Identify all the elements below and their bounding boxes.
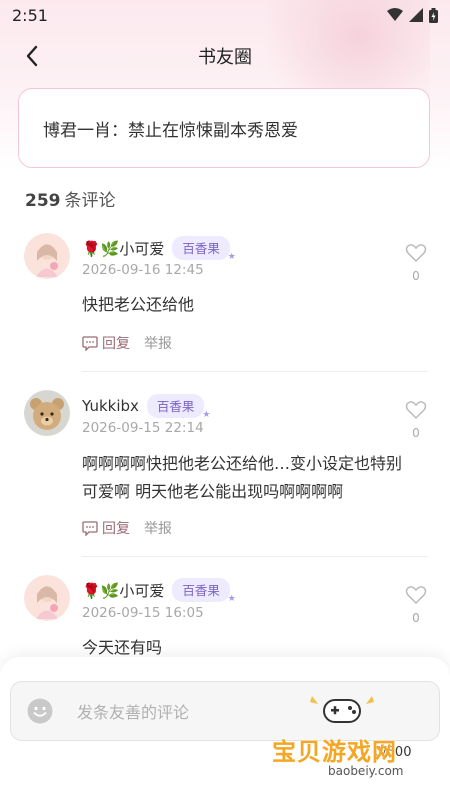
- heart-icon: [405, 401, 427, 420]
- avatar[interactable]: [24, 233, 70, 279]
- char-counter: 0/500: [374, 745, 412, 760]
- user-badge-label: 百香果: [182, 583, 220, 598]
- comment-text: 啊啊啊啊快把他老公还给他…变小设定也特别可爱啊 明天他老公能出现吗啊啊啊啊: [82, 454, 403, 501]
- comment-author[interactable]: 🌹🌿小可爱: [82, 238, 164, 259]
- avatar[interactable]: [24, 390, 70, 436]
- status-bar: 2:51: [0, 0, 450, 30]
- wifi-icon: [387, 8, 403, 21]
- avatar[interactable]: [24, 575, 70, 621]
- reply-label: 回复: [102, 521, 130, 537]
- comment-text: 快把老公还给他: [82, 295, 195, 314]
- like-button[interactable]: 0: [404, 243, 428, 283]
- comment-name-row: 🌹🌿小可爱 百香果 ★: [82, 578, 236, 604]
- comment-actions: 回复 举报: [82, 333, 172, 353]
- comment-bubble-icon: [82, 520, 98, 536]
- like-count: 0: [412, 426, 420, 440]
- report-button[interactable]: 举报: [144, 333, 172, 353]
- like-button[interactable]: 0: [404, 585, 428, 625]
- star-icon: ★: [227, 252, 236, 262]
- comment-count-label: 条评论: [64, 191, 116, 211]
- status-time: 2:51: [12, 5, 48, 25]
- comment-input[interactable]: 发条友善的评论: [10, 681, 440, 741]
- user-badge-label: 百香果: [156, 399, 195, 414]
- comment-count-number: 259: [25, 191, 61, 211]
- user-badge-label: 百香果: [182, 241, 220, 256]
- comment-time: 2026-09-15 16:05: [82, 605, 204, 621]
- comment-author[interactable]: 🌹🌿小可爱: [82, 580, 164, 601]
- comment-bubble-icon: [82, 335, 98, 351]
- comment-time: 2026-09-16 12:45: [82, 262, 204, 278]
- nav-bar: 书友圈: [0, 36, 450, 76]
- divider: [82, 556, 428, 557]
- comment-name-row: Yukkibx 百香果 ★: [82, 394, 210, 420]
- comment-input-placeholder: 发条友善的评论: [77, 703, 190, 722]
- like-button[interactable]: 0: [404, 400, 428, 440]
- user-badge: 百香果 ★: [172, 578, 236, 604]
- comment-author[interactable]: Yukkibx: [82, 397, 139, 415]
- status-icons: [387, 7, 438, 23]
- battery-icon: [429, 7, 438, 23]
- divider: [82, 371, 428, 372]
- reply-label: 回复: [102, 336, 130, 352]
- user-badge: 百香果 ★: [146, 394, 210, 420]
- reply-button[interactable]: 回复: [82, 518, 130, 538]
- signal-icon: [409, 8, 423, 22]
- page-title: 书友圈: [198, 47, 252, 68]
- comment-name-row: 🌹🌿小可爱 百香果 ★: [82, 236, 236, 262]
- like-count: 0: [412, 611, 420, 625]
- comment-count: 259 条评论: [25, 186, 116, 211]
- smiley-icon[interactable]: [27, 698, 53, 724]
- user-badge: 百香果 ★: [172, 236, 236, 262]
- heart-icon: [405, 586, 427, 605]
- star-icon: ★: [227, 594, 236, 604]
- report-button[interactable]: 举报: [144, 518, 172, 538]
- star-icon: ★: [202, 410, 211, 420]
- comment-actions: 回复 举报: [82, 518, 172, 538]
- back-button[interactable]: [18, 40, 46, 72]
- like-count: 0: [412, 269, 420, 283]
- heart-icon: [405, 244, 427, 263]
- comment-time: 2026-09-15 22:14: [82, 420, 204, 436]
- chevron-left-icon: [26, 45, 38, 67]
- comment-composer: 发条友善的评论 0/500: [0, 657, 450, 800]
- topic-card[interactable]: 博君一肖：禁止在惊悚副本秀恩爱: [18, 88, 430, 168]
- topic-text: 博君一肖：禁止在惊悚副本秀恩爱: [43, 120, 298, 141]
- reply-button[interactable]: 回复: [82, 333, 130, 353]
